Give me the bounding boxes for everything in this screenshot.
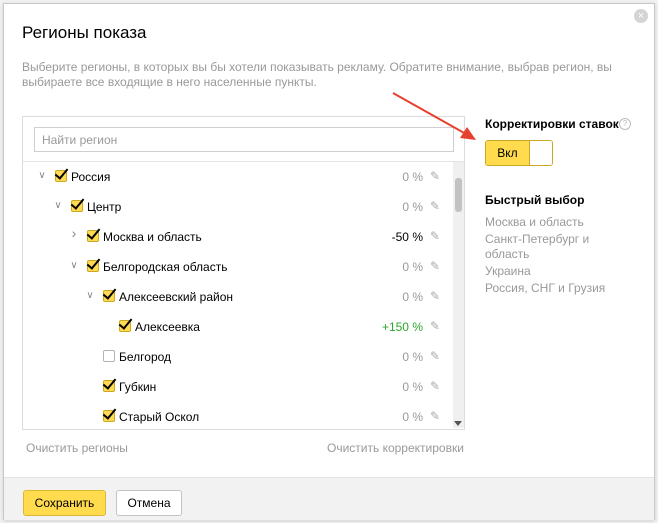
chevron-down-icon[interactable]: ∨ xyxy=(85,291,95,301)
regions-panel: ∨ Россия 0 % ✎ ∨ Центр 0 % ✎ › Москва и область -5… xyxy=(22,116,465,430)
tree-row[interactable]: Губкин 0 % ✎ xyxy=(23,372,449,402)
bid-adjustment-value: 0 % xyxy=(402,380,423,394)
toggle-on-label: Вкл xyxy=(486,141,529,165)
region-checkbox[interactable] xyxy=(118,315,133,332)
pencil-icon[interactable]: ✎ xyxy=(430,259,440,273)
checkmark-icon xyxy=(86,255,101,270)
quick-select-item[interactable]: Москва и область xyxy=(485,215,615,230)
dialog-description: Выберите регионы, в которых вы бы хотели… xyxy=(22,60,612,89)
tree-scrollbar[interactable] xyxy=(453,162,464,428)
bid-adjustment-value: 0 % xyxy=(402,410,423,424)
bid-adjustment-value: 0 % xyxy=(402,260,423,274)
pencil-icon[interactable]: ✎ xyxy=(430,169,440,183)
tree-row[interactable]: Старый Оскол 0 % ✎ xyxy=(23,402,449,428)
checkmark-icon xyxy=(118,315,133,330)
pencil-icon[interactable]: ✎ xyxy=(430,289,440,303)
pencil-icon[interactable]: ✎ xyxy=(430,409,440,423)
clear-regions-link[interactable]: Очистить регионы xyxy=(26,441,128,455)
checkmark-icon xyxy=(54,165,69,180)
pencil-icon[interactable]: ✎ xyxy=(430,379,440,393)
bid-adjustment-value: 0 % xyxy=(402,290,423,304)
region-checkbox[interactable] xyxy=(70,195,85,212)
region-name: Алексеевка xyxy=(135,320,200,334)
tree-row[interactable]: ∨ Алексеевский район 0 % ✎ xyxy=(23,282,449,312)
region-checkbox[interactable] xyxy=(103,350,115,362)
bid-adjustments-title: Корректировки ставок xyxy=(485,117,619,131)
bid-adjustment-value: 0 % xyxy=(402,170,423,184)
dialog-footer: Сохранить Отмена xyxy=(4,477,654,520)
tree-row[interactable]: ∨ Белгородская область 0 % ✎ xyxy=(23,252,449,282)
bid-adjustment-value: 0 % xyxy=(402,200,423,214)
tree-row[interactable]: ∨ Центр 0 % ✎ xyxy=(23,192,449,222)
close-icon[interactable]: × xyxy=(634,9,648,23)
region-name: Губкин xyxy=(119,380,157,394)
pencil-icon[interactable]: ✎ xyxy=(430,319,440,333)
region-checkbox[interactable] xyxy=(54,165,69,182)
bid-adjustments-toggle[interactable]: Вкл xyxy=(485,140,553,166)
region-checkbox[interactable] xyxy=(102,375,117,392)
region-name: Россия xyxy=(71,170,111,184)
bid-adjustment-value: -50 % xyxy=(391,230,423,244)
region-tree: ∨ Россия 0 % ✎ ∨ Центр 0 % ✎ › Москва и область -5… xyxy=(23,162,449,428)
save-button[interactable]: Сохранить xyxy=(23,490,106,516)
bid-adjustment-value: +150 % xyxy=(381,320,423,334)
chevron-down-icon[interactable]: ∨ xyxy=(53,201,63,211)
clear-bids-link[interactable]: Очистить корректировки xyxy=(327,441,464,455)
region-search-input[interactable] xyxy=(34,127,454,152)
quick-select-item[interactable]: Украина xyxy=(485,264,615,279)
checkmark-icon xyxy=(70,195,85,210)
toggle-knob[interactable] xyxy=(529,141,552,165)
quick-select-item[interactable]: Россия, СНГ и Грузия xyxy=(485,281,615,296)
chevron-right-icon[interactable]: › xyxy=(69,226,79,240)
region-name: Центр xyxy=(87,200,122,214)
region-name: Алексеевский район xyxy=(119,290,233,304)
tree-row[interactable]: Белгород 0 % ✎ xyxy=(23,342,449,372)
bid-adjustment-value: 0 % xyxy=(402,350,423,364)
region-name: Белгородская область xyxy=(103,260,228,274)
region-checkbox[interactable] xyxy=(86,225,101,242)
region-checkbox[interactable] xyxy=(102,405,117,422)
quick-select-title: Быстрый выбор xyxy=(485,193,585,207)
chevron-down-icon[interactable]: ∨ xyxy=(37,171,47,181)
help-icon[interactable]: ? xyxy=(619,118,631,130)
checkmark-icon xyxy=(102,285,117,300)
tree-row[interactable]: Алексеевка +150 % ✎ xyxy=(23,312,449,342)
scrollbar-thumb[interactable] xyxy=(455,178,462,212)
checkmark-icon xyxy=(102,375,117,390)
region-checkbox[interactable] xyxy=(86,255,101,272)
region-checkbox[interactable] xyxy=(102,285,117,302)
region-name: Старый Оскол xyxy=(119,410,200,424)
chevron-down-icon[interactable]: ∨ xyxy=(69,261,79,271)
quick-select-item[interactable]: Санкт-Петербург и область xyxy=(485,232,615,262)
pencil-icon[interactable]: ✎ xyxy=(430,229,440,243)
pencil-icon[interactable]: ✎ xyxy=(430,199,440,213)
pencil-icon[interactable]: ✎ xyxy=(430,349,440,363)
dialog-title: Регионы показа xyxy=(22,23,147,42)
tree-row[interactable]: ∨ Россия 0 % ✎ xyxy=(23,162,449,192)
cancel-button[interactable]: Отмена xyxy=(116,490,182,516)
region-name: Белгород xyxy=(119,350,172,364)
region-name: Москва и область xyxy=(103,230,202,244)
scroll-down-arrow-icon[interactable] xyxy=(454,421,462,426)
quick-select-list: Москва и область Санкт-Петербург и облас… xyxy=(485,215,615,298)
checkmark-icon xyxy=(86,225,101,240)
tree-row[interactable]: › Москва и область -50 % ✎ xyxy=(23,222,449,252)
regions-dialog: × Регионы показа Выберите регионы, в кот… xyxy=(3,3,655,520)
checkmark-icon xyxy=(102,405,117,420)
